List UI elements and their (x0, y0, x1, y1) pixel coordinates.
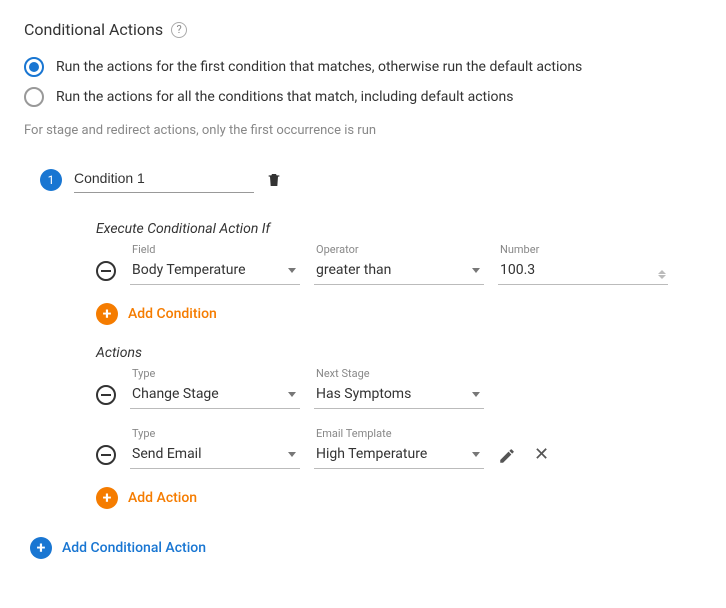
action-type-value: Send Email (132, 446, 202, 462)
action-param-select[interactable]: Has Symptoms (314, 382, 484, 409)
radio-label: Run the actions for the first condition … (56, 59, 582, 75)
pencil-icon[interactable] (498, 447, 516, 465)
add-condition-button[interactable]: + Add Condition (96, 303, 702, 325)
hint-text: For stage and redirect actions, only the… (24, 123, 702, 138)
operator-value: greater than (316, 262, 391, 278)
plus-icon: + (30, 537, 52, 559)
chevron-down-icon (472, 268, 480, 273)
action-type-select[interactable]: Send Email (130, 442, 300, 469)
action-param-value: Has Symptoms (316, 386, 411, 402)
stepper-down-icon[interactable] (658, 275, 666, 279)
remove-rule-button[interactable] (96, 261, 116, 281)
page-title: Conditional Actions (24, 20, 163, 39)
operator-label: Operator (314, 243, 484, 256)
chevron-down-icon (472, 452, 480, 457)
number-input[interactable]: 100.3 (498, 258, 668, 285)
condition-number-badge: 1 (40, 169, 62, 191)
add-action-button[interactable]: + Add Action (96, 487, 702, 509)
type-label: Type (130, 367, 300, 380)
action-type-select[interactable]: Change Stage (130, 382, 300, 409)
remove-action-button[interactable] (96, 445, 116, 465)
chevron-down-icon (472, 392, 480, 397)
add-action-label: Add Action (128, 490, 197, 506)
number-value: 100.3 (500, 262, 535, 278)
action-param-value: High Temperature (316, 446, 427, 462)
actions-title: Actions (96, 345, 702, 361)
number-stepper (658, 270, 666, 279)
chevron-down-icon (288, 452, 296, 457)
chevron-down-icon (288, 392, 296, 397)
field-label: Field (130, 243, 300, 256)
radio-label: Run the actions for all the conditions t… (56, 89, 513, 105)
operator-select[interactable]: greater than (314, 258, 484, 285)
execute-if-title: Execute Conditional Action If (96, 221, 702, 237)
plus-icon: + (96, 487, 118, 509)
field-select[interactable]: Body Temperature (130, 258, 300, 285)
condition-name-input[interactable] (74, 166, 254, 193)
close-icon[interactable]: ✕ (530, 444, 553, 465)
trash-icon[interactable] (266, 172, 282, 188)
number-label: Number (498, 243, 668, 256)
help-icon[interactable]: ? (171, 22, 187, 38)
radio-icon (24, 57, 44, 77)
stepper-up-icon[interactable] (658, 270, 666, 274)
plus-icon: + (96, 303, 118, 325)
action-param-select[interactable]: High Temperature (314, 442, 484, 469)
radio-all-match[interactable]: Run the actions for all the conditions t… (24, 87, 702, 107)
param-label: Next Stage (314, 367, 484, 380)
radio-icon (24, 87, 44, 107)
radio-first-match[interactable]: Run the actions for the first condition … (24, 57, 702, 77)
remove-action-button[interactable] (96, 385, 116, 405)
action-row: Type Change Stage Next Stage Has Symptom… (96, 367, 702, 409)
action-row: Type Send Email Email Template High Temp… (96, 427, 702, 469)
add-condition-label: Add Condition (128, 306, 217, 322)
add-conditional-action-label: Add Conditional Action (62, 540, 206, 556)
param-label: Email Template (314, 427, 484, 440)
run-mode-radio-group: Run the actions for the first condition … (24, 57, 702, 107)
add-conditional-action-button[interactable]: + Add Conditional Action (30, 537, 702, 559)
action-type-value: Change Stage (132, 386, 219, 402)
field-value: Body Temperature (132, 262, 246, 278)
chevron-down-icon (288, 268, 296, 273)
type-label: Type (130, 427, 300, 440)
